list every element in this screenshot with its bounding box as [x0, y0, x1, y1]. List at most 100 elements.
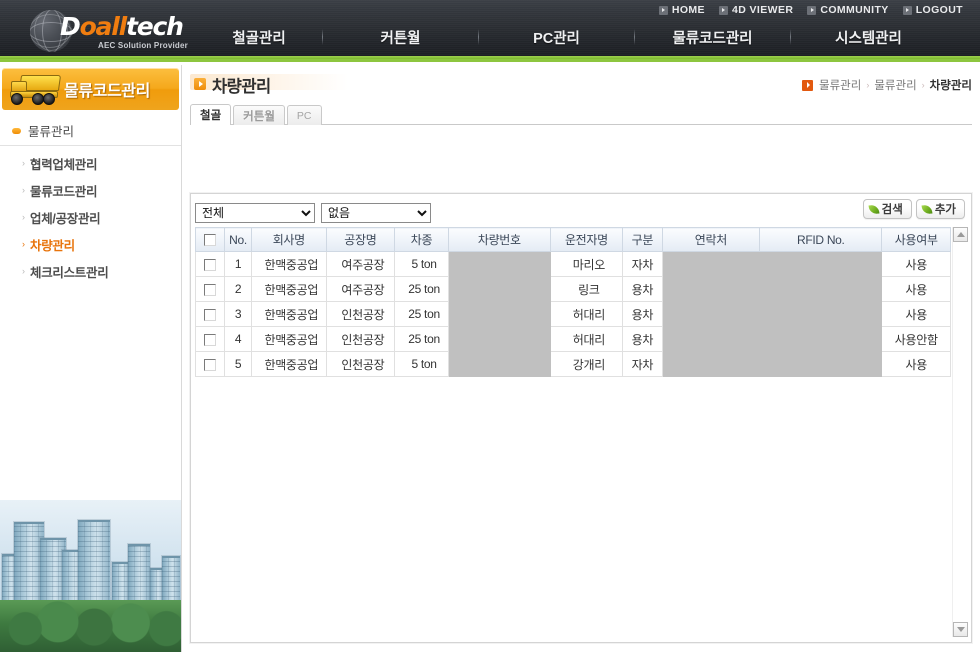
sidebar-item-partner-company[interactable]: › 협력업체관리: [0, 150, 181, 177]
sidebar-item-label: 업체/공장관리: [30, 212, 101, 226]
breadcrumb-item-current: 차량관리: [929, 80, 972, 92]
row-checkbox[interactable]: [204, 283, 217, 296]
row-checkbox[interactable]: [204, 333, 217, 346]
site-logo[interactable]: Doalltech AEC Solution Provider: [16, 8, 196, 54]
main-nav-curtainwall[interactable]: 커튼월: [323, 27, 478, 48]
table-header-row: No. 회사명 공장명 차종 차량번호 운전자명 구분 연락처 RFID No.…: [194, 227, 951, 252]
sidebar-item-logistics-code[interactable]: › 물류코드관리: [0, 177, 181, 204]
cell-plate: [448, 326, 551, 352]
action-buttons: 검색 추가: [862, 199, 965, 219]
row-checkbox[interactable]: [204, 308, 217, 321]
cell-plate: [448, 251, 551, 277]
cell-kind: 용차: [622, 276, 663, 302]
table-row[interactable]: 5 한맥중공업 인천공장 5 ton 강개리 자차 사용: [194, 351, 951, 377]
scroll-up-arrow-icon[interactable]: [953, 227, 968, 242]
sidebar-item-label: 물류코드관리: [30, 185, 98, 199]
utility-nav-community-label: COMMUNITY: [820, 4, 889, 16]
chevron-right-icon: ›: [22, 212, 25, 222]
cell-contact: [661, 326, 761, 352]
breadcrumb-home-icon[interactable]: [802, 79, 814, 91]
breadcrumb-separator-icon: ›: [866, 80, 870, 90]
tab-bar: 철골 커튼월 PC: [190, 104, 972, 125]
row-checkbox-cell[interactable]: [194, 351, 226, 377]
utility-nav-community[interactable]: COMMUNITY: [800, 4, 895, 16]
main-nav-system[interactable]: 시스템관리: [791, 27, 946, 48]
table-row[interactable]: 4 한맥중공업 인천공장 25 ton 허대리 용차 사용안함: [194, 326, 951, 352]
cell-contact: [661, 276, 761, 302]
tab-pc[interactable]: PC: [286, 105, 322, 125]
chevron-right-icon: ›: [22, 185, 25, 195]
row-checkbox-cell[interactable]: [194, 326, 226, 352]
tab-curtainwall[interactable]: 커튼월: [233, 105, 285, 125]
sidebar-menu: › 협력업체관리 › 물류코드관리 › 업체/공장관리 › 차량관리 › 체크리…: [0, 150, 181, 285]
sidebar-header[interactable]: 물류코드관리: [2, 68, 179, 110]
column-header-driver: 운전자명: [549, 227, 624, 252]
cell-type: 25 ton: [394, 326, 449, 352]
row-checkbox-cell[interactable]: [194, 251, 226, 277]
cell-factory: 여주공장: [325, 276, 396, 302]
cell-company: 한맥중공업: [250, 301, 327, 327]
table-row[interactable]: 2 한맥중공업 여주공장 25 ton 링크 용차 사용: [194, 276, 951, 302]
cell-use: 사용: [881, 276, 951, 302]
title-arrow-icon: [194, 78, 206, 90]
cell-driver: 마리오: [549, 251, 624, 277]
row-checkbox[interactable]: [204, 358, 217, 371]
breadcrumb-item-1[interactable]: 물류관리: [819, 77, 861, 93]
utility-nav-home-label: HOME: [671, 4, 705, 16]
cell-rfid: [759, 276, 883, 302]
company-filter-select[interactable]: 전체: [195, 202, 315, 223]
sidebar-group-logistics[interactable]: 물류관리: [0, 116, 181, 146]
row-checkbox-cell[interactable]: [194, 276, 226, 302]
utility-nav-4d-viewer[interactable]: 4D VIEWER: [712, 4, 800, 16]
cell-use: 사용: [881, 351, 951, 377]
row-checkbox[interactable]: [204, 258, 217, 271]
search-button[interactable]: 검색: [862, 199, 912, 219]
sidebar-item-checklist[interactable]: › 체크리스트관리: [0, 258, 181, 285]
cell-factory: 인천공장: [325, 326, 396, 352]
cell-rfid: [759, 301, 883, 327]
orange-dot-icon: [12, 127, 21, 134]
add-button[interactable]: 추가: [915, 199, 965, 219]
cell-no: 4: [224, 326, 252, 352]
logo-part-3: tech: [125, 12, 184, 41]
sidebar-item-vehicle[interactable]: › 차량관리: [0, 231, 181, 258]
column-header-plate: 차량번호: [448, 227, 551, 252]
tab-steel[interactable]: 철골: [190, 104, 232, 125]
utility-nav-logout[interactable]: LOGOUT: [896, 4, 970, 16]
table-row[interactable]: 3 한맥중공업 인천공장 25 ton 허대리 용차 사용: [194, 301, 951, 327]
cell-company: 한맥중공업: [250, 251, 327, 277]
cell-driver: 링크: [549, 276, 624, 302]
column-header-contact: 연락처: [661, 227, 761, 252]
table-vertical-scrollbar[interactable]: [952, 227, 968, 637]
column-header-use: 사용여부: [881, 227, 951, 252]
filter-bar: 전체 없음 검색 추가: [191, 194, 971, 226]
scroll-down-arrow-icon[interactable]: [953, 622, 968, 637]
sidebar: 물류코드관리 물류관리 › 협력업체관리 › 물류코드관리 › 업체/공장관리 …: [0, 65, 182, 652]
main-nav-steel[interactable]: 철골관리: [196, 27, 322, 48]
column-header-select-all[interactable]: [194, 227, 226, 252]
factory-filter-select[interactable]: 없음: [321, 202, 431, 223]
main-nav-logistics-code[interactable]: 물류코드관리: [635, 27, 790, 48]
column-header-company: 회사명: [250, 227, 327, 252]
vehicle-table: No. 회사명 공장명 차종 차량번호 운전자명 구분 연락처 RFID No.…: [194, 227, 951, 377]
row-checkbox-cell[interactable]: [194, 301, 226, 327]
leaf-icon: [921, 204, 933, 214]
table-row[interactable]: 1 한맥중공업 여주공장 5 ton 마리오 자차 사용: [194, 251, 951, 277]
utility-nav-4d-viewer-label: 4D VIEWER: [731, 4, 794, 16]
utility-nav-home[interactable]: HOME: [652, 4, 712, 16]
select-all-checkbox[interactable]: [204, 234, 217, 247]
cell-plate: [448, 276, 551, 302]
cell-driver: 강개리: [549, 351, 624, 377]
city-skyline-photo: [0, 500, 181, 652]
cell-kind: 용차: [622, 326, 663, 352]
breadcrumb-item-2[interactable]: 물류관리: [874, 77, 916, 93]
cell-factory: 인천공장: [325, 301, 396, 327]
cell-no: 3: [224, 301, 252, 327]
viewer-arrow-icon: [718, 5, 728, 15]
sidebar-item-company-factory[interactable]: › 업체/공장관리: [0, 204, 181, 231]
main-content: 차량관리 물류관리 › 물류관리 › 차량관리 철골 커튼월 PC 전체 없음: [182, 65, 980, 652]
cell-kind: 자차: [622, 251, 663, 277]
main-nav-pc[interactable]: PC관리: [479, 27, 634, 48]
cell-driver: 허대리: [549, 326, 624, 352]
leaf-icon: [868, 204, 880, 214]
